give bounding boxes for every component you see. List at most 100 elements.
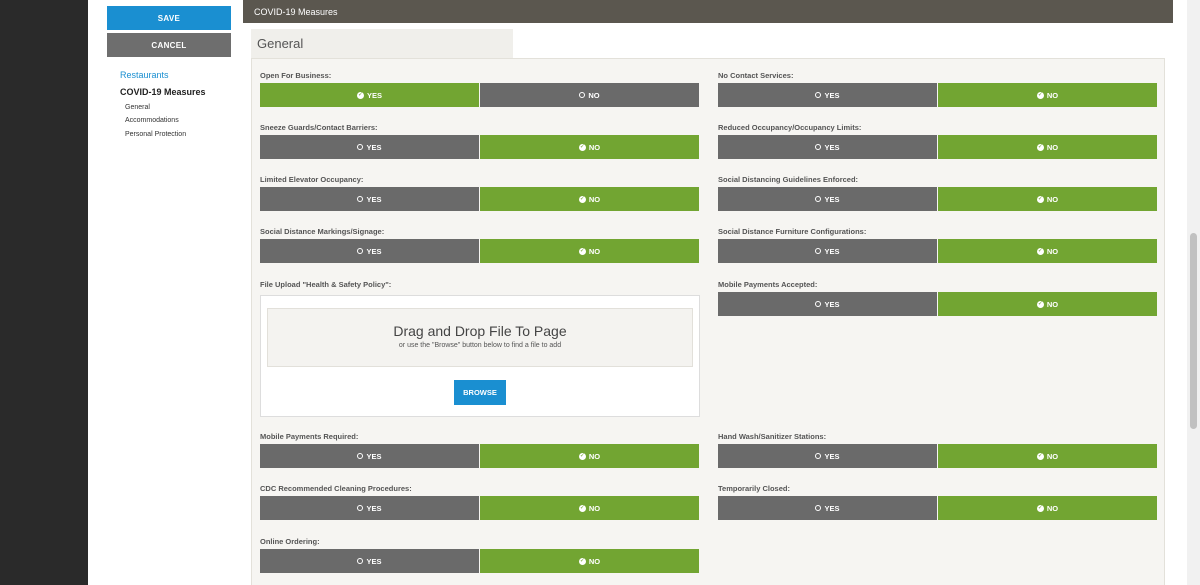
option-no-button[interactable]: ✓ NO <box>480 135 699 159</box>
option-label: YES <box>824 90 840 100</box>
option-no-button[interactable]: ✓ NO <box>938 292 1157 316</box>
radio-circle-icon <box>357 248 364 254</box>
check-circle-icon: ✓ <box>578 143 586 151</box>
option-label: NO <box>588 556 601 566</box>
option-yes-button[interactable]: ✓ YES <box>260 83 479 107</box>
option-label: YES <box>366 451 382 461</box>
radio-circle-icon <box>815 301 822 307</box>
option-no-button[interactable]: ✓ NO <box>938 239 1157 263</box>
option-yes-button[interactable]: YES <box>260 239 479 263</box>
check-circle-icon: ✓ <box>1036 247 1044 255</box>
scrollbar-thumb[interactable] <box>1190 233 1197 429</box>
main-content: COVID-19 Measures General Open For Busin… <box>243 0 1173 585</box>
check-circle-icon: ✓ <box>578 452 586 460</box>
option-label: NO <box>1046 451 1059 461</box>
check-circle-icon: ✓ <box>1036 300 1044 308</box>
field-social-distancing-guidelines: Social Distancing Guidelines Enforced: Y… <box>718 174 1157 211</box>
nav-subitem-personal-protection[interactable]: Personal Protection <box>125 131 186 138</box>
option-no-button[interactable]: ✓ NO <box>938 187 1157 211</box>
option-label: NO <box>588 194 601 204</box>
option-no-button[interactable]: ✓ NO <box>480 496 699 520</box>
drop-zone-title: Drag and Drop File To Page <box>393 323 567 339</box>
option-yes-button[interactable]: YES <box>718 187 937 211</box>
option-yes-button[interactable]: YES <box>718 292 937 316</box>
page-title: COVID-19 Measures <box>254 6 338 17</box>
yes-no-toggle: YES ✓ NO <box>260 239 699 263</box>
field-social-distance-markings: Social Distance Markings/Signage: YES ✓ NO <box>260 226 699 263</box>
option-label: YES <box>366 194 382 204</box>
save-button[interactable]: SAVE <box>107 6 231 30</box>
option-label: NO <box>1046 503 1059 513</box>
option-label: YES <box>366 142 382 152</box>
yes-no-toggle: YES ✓ NO <box>718 292 1157 316</box>
page-gutter <box>1173 0 1187 585</box>
field-file-upload: File Upload "Health & Safety Policy": <box>260 279 699 291</box>
option-yes-button[interactable]: YES <box>718 444 937 468</box>
form-panel: Open For Business: ✓ YES NO No Contact Ser… <box>251 58 1165 585</box>
radio-circle-icon <box>815 505 822 511</box>
option-yes-button[interactable]: YES <box>260 549 479 573</box>
nav-subitem-general[interactable]: General <box>125 104 150 111</box>
browse-button[interactable]: BROWSE <box>454 380 506 405</box>
option-label: YES <box>366 246 382 256</box>
file-drop-zone[interactable]: Drag and Drop File To Page or use the "B… <box>267 308 693 367</box>
radio-circle-icon <box>357 196 364 202</box>
field-mobile-payments-required: Mobile Payments Required: YES ✓ NO <box>260 431 699 468</box>
option-yes-button[interactable]: YES <box>718 83 937 107</box>
field-label: Social Distance Furniture Configurations… <box>718 227 867 236</box>
option-yes-button[interactable]: YES <box>718 239 937 263</box>
drop-zone-subtitle: or use the "Browse" button below to find… <box>398 342 562 349</box>
option-label: NO <box>588 142 601 152</box>
option-no-button[interactable]: NO <box>480 83 699 107</box>
option-label: YES <box>824 194 840 204</box>
field-label: No Contact Services: <box>718 71 794 80</box>
field-label: Social Distancing Guidelines Enforced: <box>718 175 859 184</box>
field-label: File Upload "Health & Safety Policy": <box>260 280 392 289</box>
nav-subitem-accommodations[interactable]: Accommodations <box>125 117 179 124</box>
option-yes-button[interactable]: YES <box>260 496 479 520</box>
option-no-button[interactable]: ✓ NO <box>480 239 699 263</box>
vertical-scrollbar[interactable] <box>1187 0 1200 585</box>
option-no-button[interactable]: ✓ NO <box>480 444 699 468</box>
field-label: Sneeze Guards/Contact Barriers: <box>260 123 378 132</box>
field-social-distance-furniture: Social Distance Furniture Configurations… <box>718 226 1157 263</box>
option-yes-button[interactable]: YES <box>718 496 937 520</box>
radio-circle-icon <box>815 453 822 459</box>
section-tab: General <box>251 29 513 58</box>
option-label: NO <box>588 503 601 513</box>
option-label: YES <box>824 451 840 461</box>
field-label: Hand Wash/Sanitizer Stations: <box>718 432 827 441</box>
option-no-button[interactable]: ✓ NO <box>938 135 1157 159</box>
field-label: CDC Recommended Cleaning Procedures: <box>260 484 412 493</box>
yes-no-toggle: ✓ YES NO <box>260 83 699 107</box>
option-label: YES <box>366 90 382 100</box>
option-yes-button[interactable]: YES <box>718 135 937 159</box>
option-no-button[interactable]: ✓ NO <box>938 83 1157 107</box>
nav-link-restaurants[interactable]: Restaurants <box>120 70 169 80</box>
radio-circle-icon <box>357 505 364 511</box>
yes-no-toggle: YES ✓ NO <box>260 187 699 211</box>
option-label: YES <box>366 556 382 566</box>
field-label: Mobile Payments Accepted: <box>718 280 818 289</box>
check-circle-icon: ✓ <box>1036 504 1044 512</box>
sidebar: SAVE CANCEL Restaurants COVID-19 Measure… <box>88 0 243 585</box>
cancel-button[interactable]: CANCEL <box>107 33 231 57</box>
option-yes-button[interactable]: YES <box>260 135 479 159</box>
field-label: Limited Elevator Occupancy: <box>260 175 364 184</box>
option-no-button[interactable]: ✓ NO <box>938 496 1157 520</box>
field-label: Open For Business: <box>260 71 332 80</box>
option-label: NO <box>588 451 601 461</box>
check-circle-icon: ✓ <box>578 557 586 565</box>
check-circle-icon: ✓ <box>1036 143 1044 151</box>
radio-circle-icon <box>815 92 822 98</box>
file-upload-box: Drag and Drop File To Page or use the "B… <box>260 295 700 417</box>
option-no-button[interactable]: ✓ NO <box>938 444 1157 468</box>
option-yes-button[interactable]: YES <box>260 187 479 211</box>
yes-no-toggle: YES ✓ NO <box>718 187 1157 211</box>
option-no-button[interactable]: ✓ NO <box>480 187 699 211</box>
option-no-button[interactable]: ✓ NO <box>480 549 699 573</box>
field-limited-elevator-occupancy: Limited Elevator Occupancy: YES ✓ NO <box>260 174 699 211</box>
option-yes-button[interactable]: YES <box>260 444 479 468</box>
nav-item-covid-measures[interactable]: COVID-19 Measures <box>120 87 206 97</box>
yes-no-toggle: YES ✓ NO <box>260 549 699 573</box>
